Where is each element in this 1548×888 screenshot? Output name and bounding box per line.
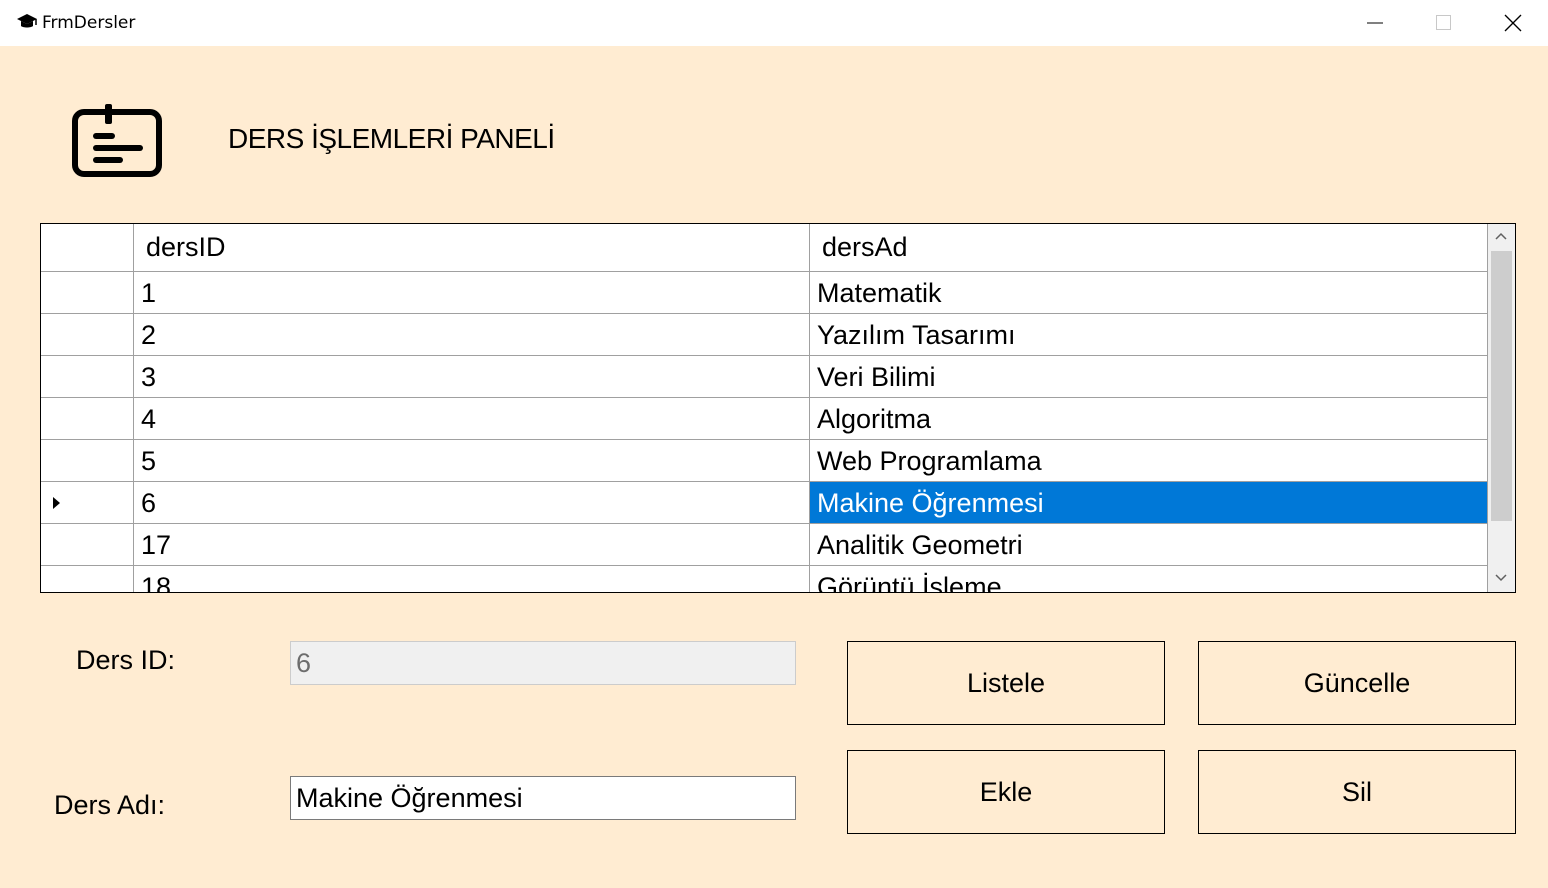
ekle-button[interactable]: Ekle [847,750,1165,834]
column-header-dersad[interactable]: dersAd [810,224,1488,271]
vertical-scrollbar[interactable] [1488,224,1515,592]
row-header[interactable] [41,440,134,482]
close-button[interactable] [1478,0,1548,46]
row-header[interactable] [41,314,134,356]
chevron-up-icon [1495,232,1507,240]
row-header[interactable] [41,272,134,314]
cell-dersad[interactable]: Analitik Geometri [810,524,1488,566]
cell-dersid[interactable]: 1 [134,272,810,314]
cell-dersad[interactable]: Yazılım Tasarımı [810,314,1488,356]
cell-dersad[interactable]: Web Programlama [810,440,1488,482]
cell-dersad[interactable]: Matematik [810,272,1488,314]
table-row[interactable]: 1 Matematik [41,272,1488,314]
cell-dersid[interactable]: 17 [134,524,810,566]
column-header-dersid[interactable]: dersID [134,224,810,271]
ders-grid[interactable]: dersID dersAd 1 Matematik 2 Yazılım Tasarım… [40,223,1516,593]
table-row[interactable]: 4 Algoritma [41,398,1488,440]
cell-dersid[interactable]: 2 [134,314,810,356]
maximize-button[interactable] [1408,0,1478,46]
cell-dersad[interactable]: Veri Bilimi [810,356,1488,398]
minimize-icon [1367,22,1383,24]
cell-dersad[interactable]: Algoritma [810,398,1488,440]
row-header[interactable] [41,524,134,566]
panel-title: DERS İŞLEMLERİ PANELİ [228,123,555,154]
ders-id-field[interactable] [290,641,796,685]
table-row[interactable]: 2 Yazılım Tasarımı [41,314,1488,356]
maximize-icon [1436,15,1451,30]
table-row[interactable]: 17 Analitik Geometri [41,524,1488,566]
table-row[interactable]: 5 Web Programlama [41,440,1488,482]
row-header[interactable] [41,482,134,524]
cell-dersad[interactable]: Görüntü İşleme [810,566,1488,592]
cell-dersid[interactable]: 6 [134,482,810,524]
scroll-thumb[interactable] [1491,251,1512,521]
listele-button[interactable]: Listele [847,641,1165,725]
scroll-down-button[interactable] [1488,566,1515,592]
ders-adi-label: Ders Adı: [54,790,166,820]
grid-header: dersID dersAd [41,224,1488,272]
cell-dersad[interactable]: Makine Öğrenmesi [810,482,1488,524]
cell-dersid[interactable]: 18 [134,566,810,592]
cell-dersid[interactable]: 3 [134,356,810,398]
sil-button[interactable]: Sil [1198,750,1516,834]
row-header[interactable] [41,356,134,398]
table-row[interactable]: 18 Görüntü İşleme [41,566,1488,592]
ders-id-label: Ders ID: [76,645,176,675]
cell-dersid[interactable]: 5 [134,440,810,482]
guncelle-button[interactable]: Güncelle [1198,641,1516,725]
ders-adi-field[interactable] [290,776,796,820]
window-title: FrmDersler [42,13,136,33]
grid-body: dersID dersAd 1 Matematik 2 Yazılım Tasarım… [41,224,1488,592]
table-row[interactable]: 6 Makine Öğrenmesi [41,482,1488,524]
cell-dersid[interactable]: 4 [134,398,810,440]
grid-corner [41,224,134,271]
close-icon [1504,14,1522,32]
chevron-down-icon [1495,574,1507,582]
clipboard-list-icon [70,102,166,180]
row-header[interactable] [41,398,134,440]
current-row-arrow-icon [53,497,60,509]
table-row[interactable]: 3 Veri Bilimi [41,356,1488,398]
minimize-button[interactable] [1340,0,1410,46]
graduation-cap-icon [16,13,38,31]
title-bar: FrmDersler [0,0,1548,46]
row-header[interactable] [41,566,134,592]
scroll-up-button[interactable] [1488,224,1515,250]
